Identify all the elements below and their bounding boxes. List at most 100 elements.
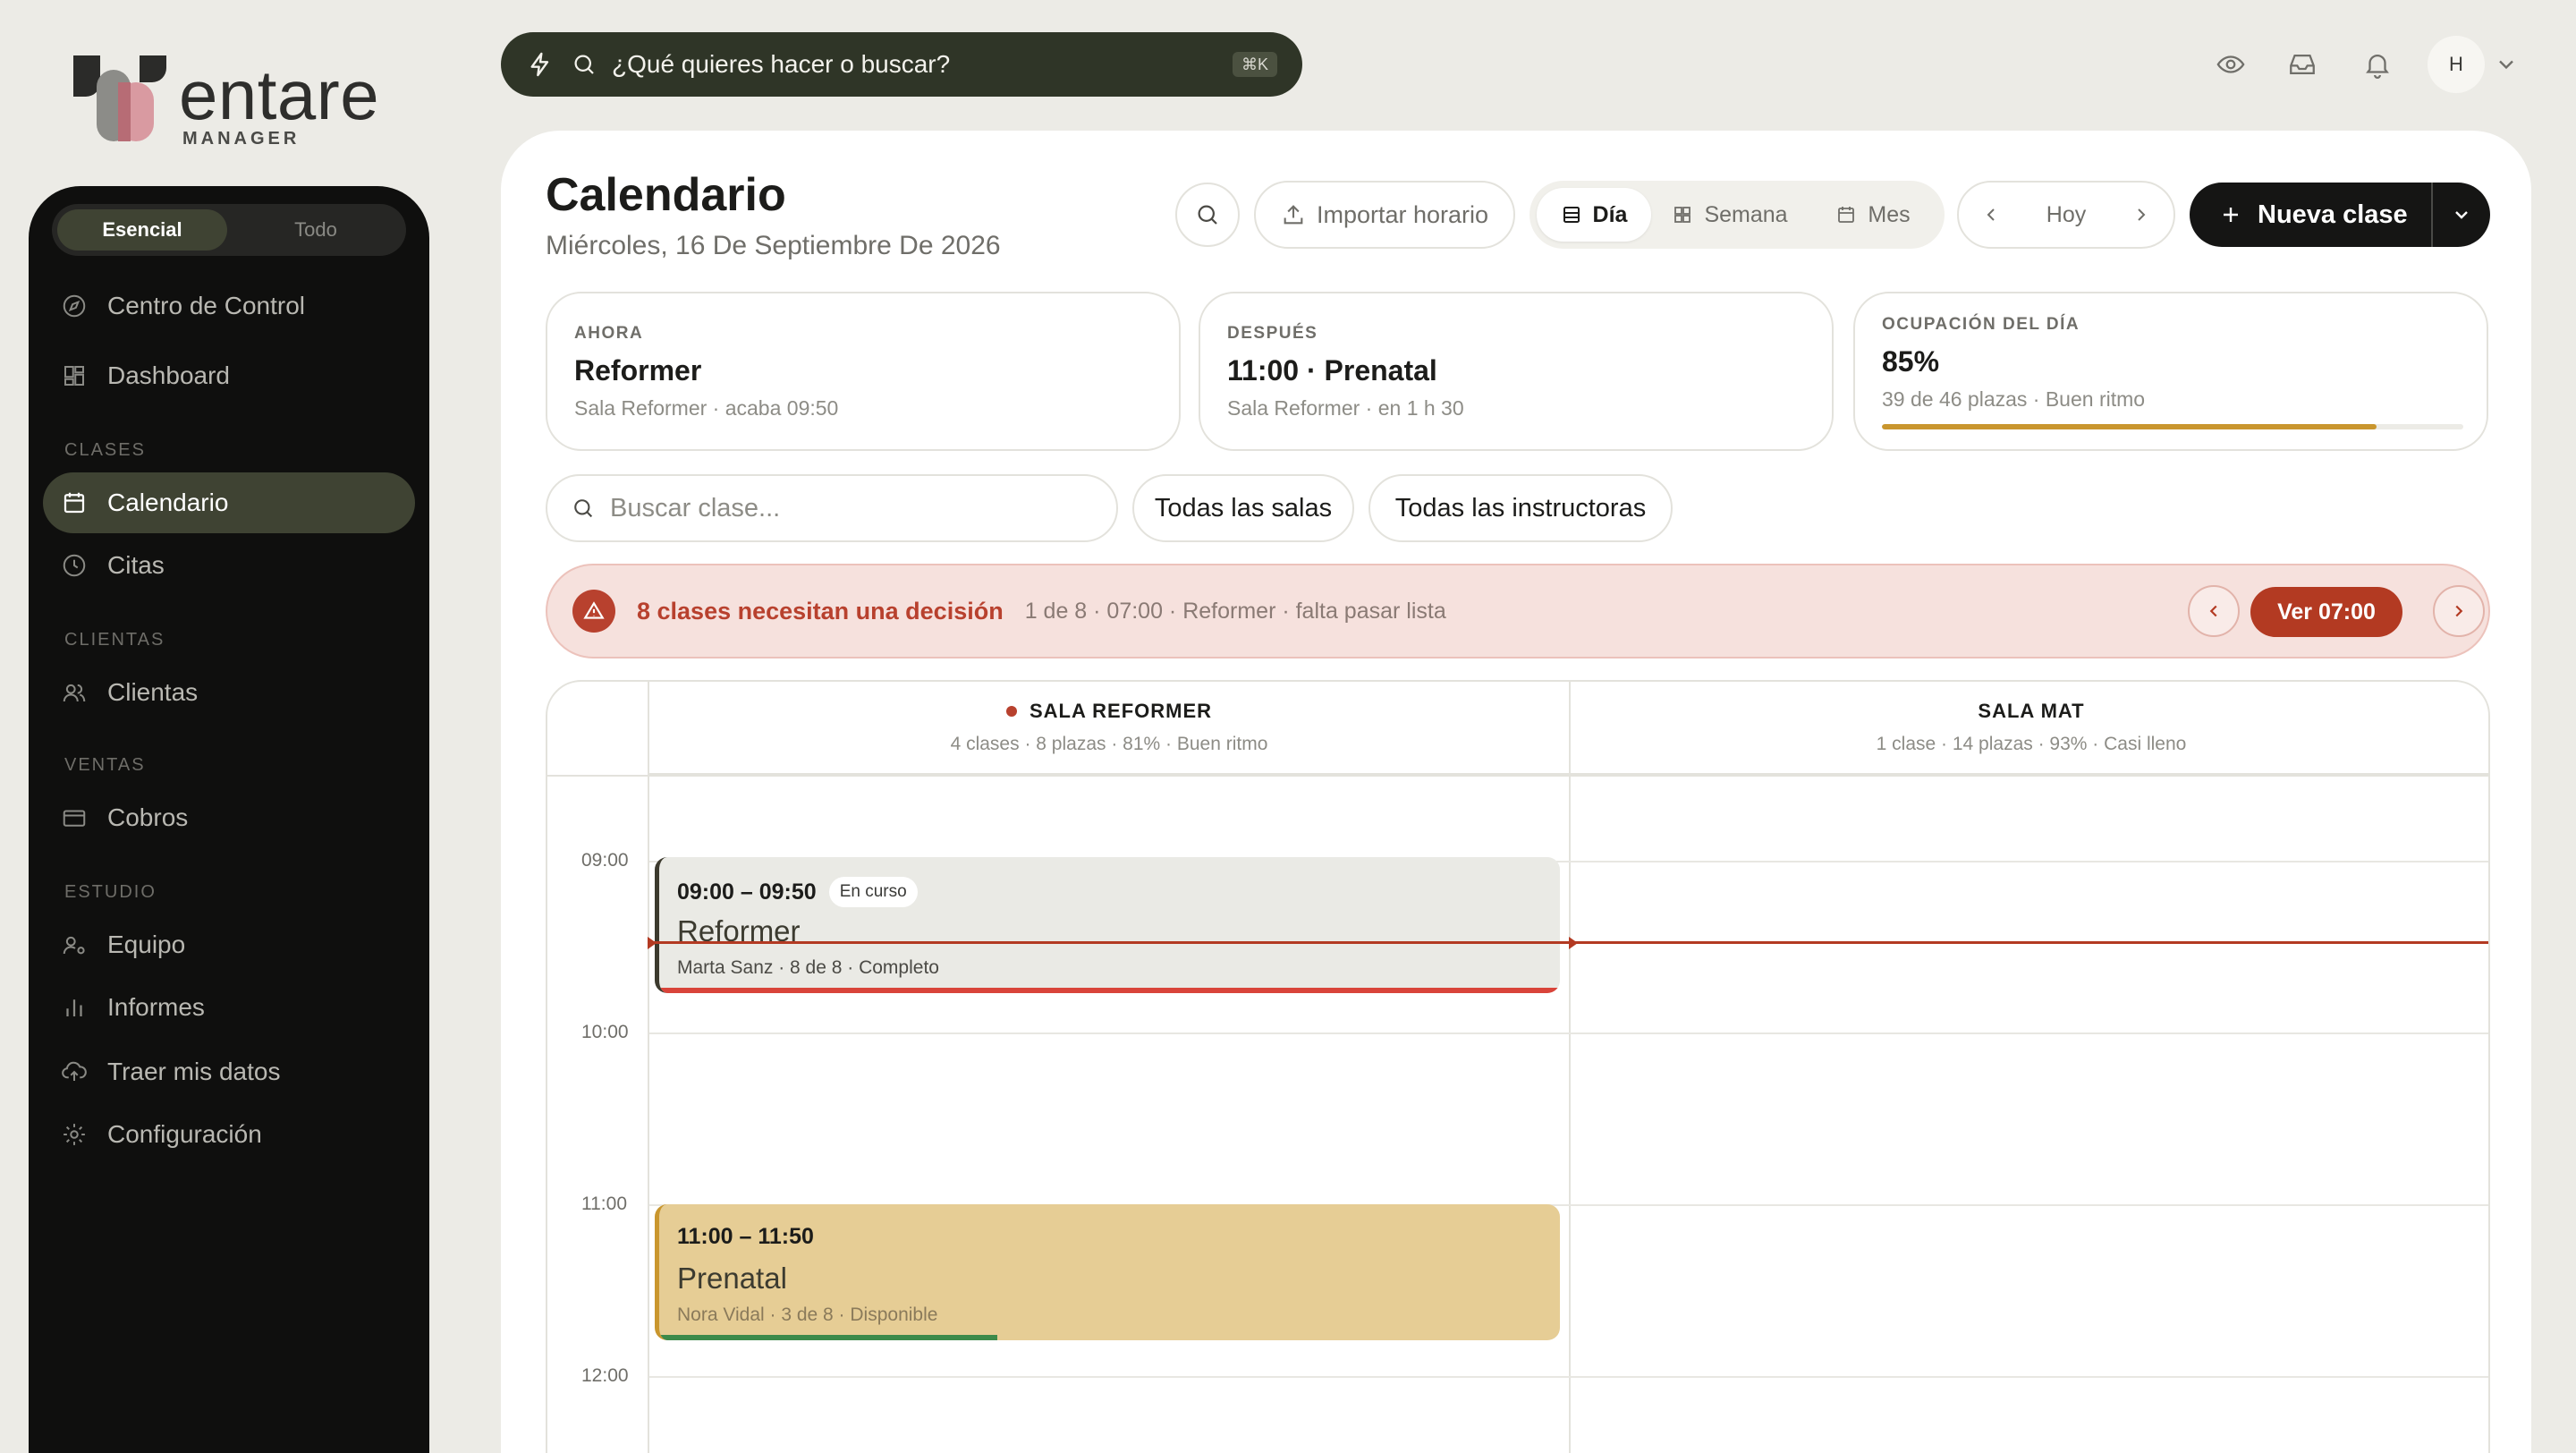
users-icon <box>61 679 88 706</box>
occupancy-card[interactable]: OCUPACIÓN DEL DÍA 85% 39 de 46 plazas · … <box>1853 292 2488 451</box>
shortcut-badge: ⌘K <box>1232 52 1277 77</box>
current-time-marker <box>648 937 657 949</box>
import-label: Importar horario <box>1316 200 1489 228</box>
sidebar-item-cobros[interactable]: Cobros <box>43 787 415 848</box>
sidebar-item-label: Clientas <box>107 678 199 706</box>
room-header-mat[interactable]: SALA MAT 1 clase · 14 plazas · 93% · Cas… <box>1571 682 2488 775</box>
chevron-right-icon[interactable] <box>2131 204 2152 225</box>
sidebar-item-label: Cobros <box>107 803 189 831</box>
chevron-down-icon[interactable] <box>2494 52 2519 77</box>
class-event-reformer[interactable]: 09:00 – 09:50 En curso Reformer Marta Sa… <box>655 857 1560 993</box>
import-schedule-button[interactable]: Importar horario <box>1254 181 1515 249</box>
view-tab-dia[interactable]: Día <box>1537 188 1651 242</box>
sidebar-item-label: Calendario <box>107 489 229 516</box>
class-search-input[interactable] <box>610 493 1093 523</box>
sidebar-item-label: Citas <box>107 551 165 579</box>
warning-icon <box>572 590 615 633</box>
class-event-prenatal[interactable]: 11:00 – 11:50 Prenatal Nora Vidal · 3 de… <box>655 1204 1560 1340</box>
user-avatar[interactable]: H <box>2428 36 2485 93</box>
sidebar-item-informes[interactable]: Informes <box>43 977 415 1038</box>
chevron-left-icon[interactable] <box>1980 204 2002 225</box>
view-tab-semana[interactable]: Semana <box>1655 188 1805 242</box>
today-button[interactable]: Hoy <box>2046 202 2086 228</box>
sidebar-item-clientas[interactable]: Clientas <box>43 662 415 723</box>
alert-title[interactable]: 8 clases necesitan una decisión <box>637 598 1004 625</box>
time-label: 10:00 <box>581 1022 629 1042</box>
command-bar[interactable]: ¿Qué quieres hacer o buscar? ⌘K <box>501 32 1302 97</box>
time-column-divider <box>648 682 649 1453</box>
now-card[interactable]: AHORA Reformer Sala Reformer · acaba 09:… <box>546 292 1181 451</box>
sidebar-item-citas[interactable]: Citas <box>43 535 415 596</box>
room-column-divider <box>1569 682 1571 1453</box>
preview-eye-icon[interactable] <box>2211 45 2250 84</box>
sidebar-item-label: Dashboard <box>107 361 230 389</box>
card-subtext: Sala Reformer · en 1 h 30 <box>1227 396 1464 420</box>
dashboard-icon <box>61 362 88 389</box>
sidebar-item-centro-de-control[interactable]: Centro de Control <box>43 276 415 336</box>
event-info: Marta Sanz · 8 de 8 · Completo <box>677 957 939 978</box>
chevron-down-icon <box>2455 211 2468 219</box>
event-name: Prenatal <box>677 1262 787 1295</box>
room-meta: 4 clases · 8 plazas · 81% · Buen ritmo <box>950 734 1268 754</box>
view-tab-label: Día <box>1592 201 1628 227</box>
view-tab-label: Mes <box>1868 201 1911 227</box>
decision-alert: 8 clases necesitan una decisión 1 de 8 ·… <box>546 564 2490 659</box>
bar-chart-icon <box>61 994 88 1021</box>
next-card[interactable]: DESPUÉS 11:00 · Prenatal Sala Reformer ·… <box>1199 292 1834 451</box>
room-name: SALA REFORMER <box>1029 700 1213 722</box>
sidebar-item-equipo[interactable]: Equipo <box>43 914 415 975</box>
alert-prev-button[interactable] <box>2188 585 2240 637</box>
chevron-right-icon <box>2455 605 2463 617</box>
cloud-upload-icon <box>61 1058 88 1085</box>
time-label: 11:00 <box>581 1194 627 1214</box>
search-icon <box>1198 205 1217 225</box>
sidebar-item-traer-mis-datos[interactable]: Traer mis datos <box>43 1041 415 1102</box>
team-icon <box>61 931 88 958</box>
view-class-button[interactable]: Ver 07:00 <box>2250 587 2402 637</box>
plus-icon <box>2224 208 2238 222</box>
search-icon <box>574 499 593 518</box>
calendar-icon <box>1838 207 1855 223</box>
card-value: 85% <box>1882 345 1940 378</box>
search-button[interactable] <box>1175 183 1240 247</box>
day-calendar: SALA REFORMER 4 clases · 8 plazas · 81% … <box>546 680 2490 1453</box>
gear-icon <box>61 1121 88 1148</box>
new-class-button[interactable]: Nueva clase <box>2190 183 2433 247</box>
list-icon <box>1563 207 1580 223</box>
page-title: Calendario <box>546 169 786 221</box>
sidebar-section-clases: CLASES <box>64 440 146 460</box>
mode-toggle: Esencial Todo <box>52 204 406 256</box>
sidebar-item-label: Traer mis datos <box>107 1058 281 1085</box>
card-subtext: Sala Reformer · acaba 09:50 <box>574 396 839 420</box>
room-header-reformer[interactable]: SALA REFORMER 4 clases · 8 plazas · 81% … <box>649 682 1569 775</box>
view-tab-mes[interactable]: Mes <box>1809 188 1937 242</box>
alert-detail: 1 de 8 · 07:00 · Reformer · falta pasar … <box>1024 598 1446 624</box>
sidebar-item-label: Informes <box>107 993 205 1021</box>
new-class-menu-button[interactable] <box>2433 204 2490 225</box>
occupancy-progress <box>1882 424 2463 429</box>
date-navigator: Hoy <box>1957 181 2175 249</box>
mode-tab-todo[interactable]: Todo <box>231 209 401 251</box>
view-tab-label: Semana <box>1704 201 1788 227</box>
brand-logo[interactable]: entare MANAGER <box>73 52 395 150</box>
sidebar-section-ventas: VENTAS <box>64 755 146 775</box>
sidebar-section-clientas: CLIENTAS <box>64 630 165 650</box>
sidebar-item-dashboard[interactable]: Dashboard <box>43 345 415 406</box>
mode-tab-esencial[interactable]: Esencial <box>57 209 227 251</box>
alert-next-button[interactable] <box>2433 585 2485 637</box>
sidebar-item-calendario[interactable]: Calendario <box>43 472 415 533</box>
rooms-filter[interactable]: Todas las salas <box>1132 474 1354 542</box>
main-panel: Calendario Miércoles, 16 De Septiembre D… <box>501 131 2531 1453</box>
instructors-filter[interactable]: Todas las instructoras <box>1368 474 1673 542</box>
calendar-icon <box>61 489 88 516</box>
card-label: DESPUÉS <box>1227 324 1318 343</box>
view-switcher: Día Semana Mes <box>1530 181 1945 249</box>
capacity-bar <box>659 1335 997 1340</box>
logo-mark-icon <box>73 55 166 141</box>
sidebar-item-configuracion[interactable]: Configuración <box>43 1104 415 1165</box>
card-label: OCUPACIÓN DEL DÍA <box>1882 315 2080 334</box>
page-date: Miércoles, 16 De Septiembre De 2026 <box>546 231 1001 260</box>
bell-icon[interactable] <box>2358 45 2397 84</box>
inbox-icon[interactable] <box>2283 45 2322 84</box>
hour-line <box>649 1032 2488 1034</box>
